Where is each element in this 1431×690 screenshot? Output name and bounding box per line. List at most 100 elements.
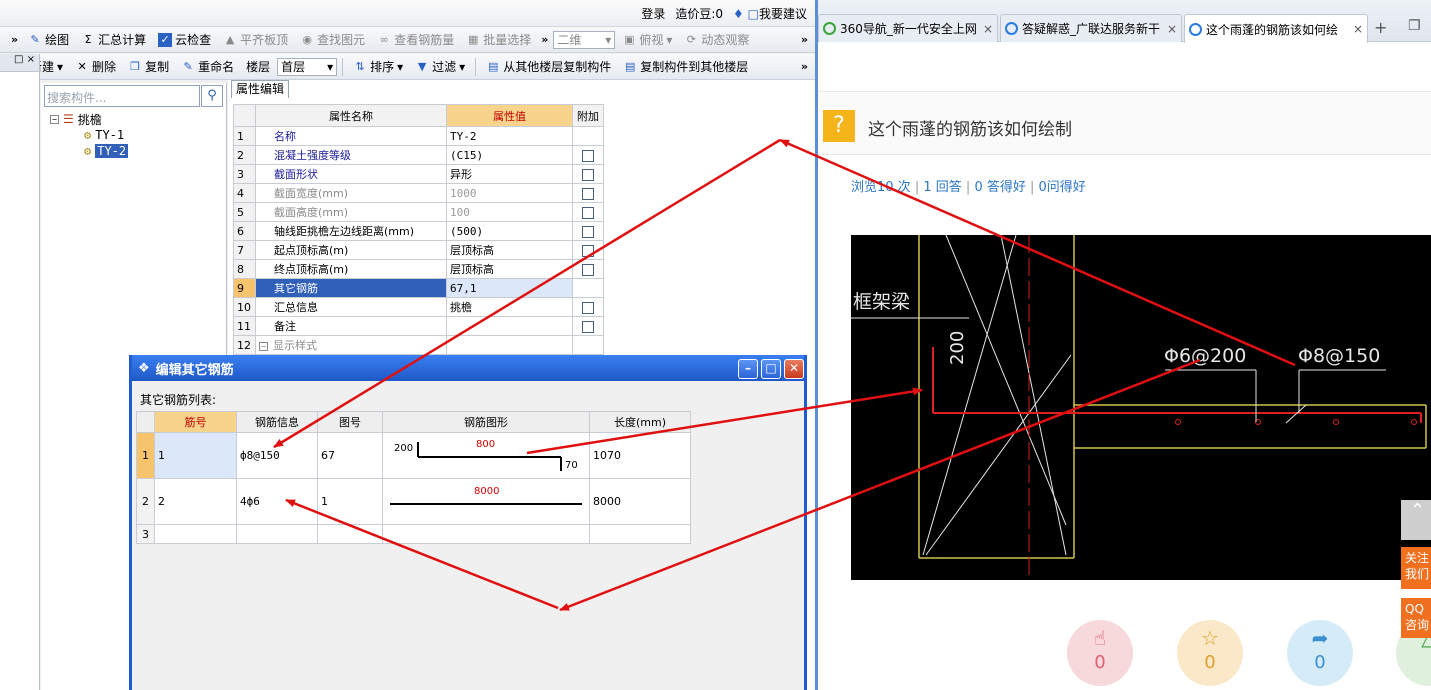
- figure-no-cell[interactable]: 1: [317, 478, 383, 525]
- collapse-icon[interactable]: −: [259, 342, 268, 351]
- property-row[interactable]: 10 汇总信息 挑檐: [233, 297, 604, 317]
- share-button[interactable]: ➦ 0: [1287, 620, 1353, 686]
- tab-property-edit[interactable]: 属性编辑: [231, 80, 289, 98]
- property-row[interactable]: 6 轴线距挑檐左边线距离(mm) (500): [233, 221, 604, 241]
- delete-button[interactable]: ✕ 删除: [70, 56, 121, 78]
- extra-checkbox[interactable]: [582, 225, 594, 238]
- property-row[interactable]: 1 名称 TY-2: [233, 126, 604, 146]
- rebar-shape-cell[interactable]: 200 800 70: [382, 432, 590, 479]
- cloud-check-button[interactable]: ✓ 云检查: [153, 29, 216, 51]
- extra-checkbox[interactable]: [582, 301, 594, 314]
- login-link[interactable]: 登录: [641, 5, 665, 22]
- draw-button[interactable]: ✎ 绘图: [23, 29, 74, 51]
- dynamic-view-button[interactable]: ⟳ 动态观察: [679, 29, 754, 51]
- property-value[interactable]: 1000: [446, 183, 573, 203]
- rename-button[interactable]: ✎ 重命名: [176, 56, 239, 78]
- tree-root[interactable]: − ☰ 挑檐: [50, 111, 128, 127]
- browser-tab[interactable]: 答疑解惑_广联达服务新干 ×: [1000, 14, 1182, 42]
- extra-checkbox[interactable]: [582, 168, 594, 181]
- rebar-row[interactable]: 2 2 4ф6 1 8000 8000: [136, 478, 691, 525]
- like-button[interactable]: ☝ 0: [1067, 620, 1133, 686]
- extra-checkbox[interactable]: [582, 206, 594, 219]
- length-cell[interactable]: 1070: [589, 432, 691, 479]
- bar-no-cell[interactable]: 2: [154, 478, 237, 525]
- property-row[interactable]: 3 截面形状 异形: [233, 164, 604, 184]
- close-icon[interactable]: ×: [983, 22, 993, 36]
- sum-calc-button[interactable]: Σ 汇总计算: [76, 29, 151, 51]
- close-icon[interactable]: ×: [1167, 22, 1177, 36]
- search-icon[interactable]: ⚲: [201, 85, 223, 107]
- property-row[interactable]: 11 备注: [233, 316, 604, 336]
- minimize-button[interactable]: –: [738, 359, 758, 379]
- extra-checkbox[interactable]: [582, 320, 594, 333]
- rebar-info-cell[interactable]: [236, 524, 318, 544]
- new-tab-icon[interactable]: +: [1374, 18, 1387, 37]
- search-input[interactable]: 搜索构件...: [44, 85, 200, 107]
- rebar-shape-cell[interactable]: [382, 524, 590, 544]
- filter-button[interactable]: ▼ 过滤 ▾: [410, 56, 470, 78]
- flush-slab-button[interactable]: ▲ 平齐板顶: [218, 29, 293, 51]
- qq-consult-button[interactable]: QQ咨询: [1401, 598, 1431, 638]
- maximize-button[interactable]: □: [761, 359, 781, 379]
- property-value[interactable]: (500): [446, 221, 573, 241]
- answers-count[interactable]: 1 回答: [923, 180, 961, 195]
- suggest-link[interactable]: ♦ □我要建议: [733, 5, 807, 22]
- floor-select[interactable]: 首层 ▾: [277, 57, 338, 76]
- property-value[interactable]: 100: [446, 202, 573, 222]
- find-element-button[interactable]: ◉ 查找图元: [295, 29, 370, 51]
- extra-checkbox[interactable]: [582, 187, 594, 200]
- figure-no-cell[interactable]: 67: [317, 432, 383, 479]
- rebar-row-selected[interactable]: 1 1 ф8@150 67 200 800 70 1070: [136, 432, 691, 479]
- bar-no-cell[interactable]: [154, 524, 237, 544]
- property-value[interactable]: 层顶标高: [446, 259, 573, 279]
- rebar-info-cell[interactable]: ф8@150: [236, 432, 318, 479]
- collapse-icon[interactable]: −: [50, 114, 59, 124]
- copy-to-floor-button[interactable]: ▤ 复制构件到其他楼层: [618, 56, 753, 78]
- property-value[interactable]: [446, 316, 573, 336]
- property-value[interactable]: 挑檐: [446, 297, 573, 317]
- browser-tab[interactable]: 360导航_新一代安全上网 ×: [818, 14, 998, 42]
- extra-checkbox[interactable]: [582, 149, 594, 162]
- property-row[interactable]: 12− 显示样式: [233, 335, 604, 355]
- tree-item[interactable]: ⚙ TY-1: [50, 127, 128, 143]
- toolbar-overflow-right[interactable]: »: [798, 60, 811, 73]
- property-row[interactable]: 4 截面宽度(mm) 1000: [233, 183, 604, 203]
- rebar-row-empty[interactable]: 3: [136, 524, 691, 544]
- extra-checkbox[interactable]: [582, 244, 594, 257]
- dialog-title-bar[interactable]: ❖ 编辑其它钢筋: [132, 355, 804, 381]
- copy-button[interactable]: ❐ 复制: [123, 56, 174, 78]
- top-view-button[interactable]: ▣ 俯视 ▾: [617, 29, 677, 51]
- property-row-selected[interactable]: 9 其它钢筋 67,1: [233, 278, 604, 298]
- pin-close-icons[interactable]: □ ×: [0, 54, 39, 72]
- view-mode-select[interactable]: 二维 ▾: [553, 30, 616, 49]
- view-rebar-button[interactable]: ∞ 查看钢筋量: [372, 29, 459, 51]
- extra-checkbox[interactable]: [582, 263, 594, 276]
- rebar-info-cell[interactable]: 4ф6: [236, 478, 318, 525]
- close-button[interactable]: ✕: [784, 359, 804, 379]
- bar-no-cell[interactable]: 1: [154, 432, 237, 479]
- property-value[interactable]: (C15): [446, 145, 573, 165]
- follow-us-button[interactable]: 关注我们: [1401, 547, 1431, 589]
- property-row[interactable]: 8 终点顶标高(m) 层顶标高: [233, 259, 604, 279]
- property-value[interactable]: 67,1: [446, 278, 573, 298]
- property-row[interactable]: 7 起点顶标高(m) 层顶标高: [233, 240, 604, 260]
- property-row[interactable]: 5 截面高度(mm) 100: [233, 202, 604, 222]
- tree-item-selected[interactable]: ⚙ TY-2: [50, 143, 129, 159]
- toolbar-overflow-mid[interactable]: »: [538, 33, 551, 46]
- length-cell[interactable]: 8000: [589, 478, 691, 525]
- restore-tabs-icon[interactable]: ❐: [1408, 18, 1421, 34]
- sort-button[interactable]: ⇅ 排序 ▾: [348, 56, 408, 78]
- back-to-top-button[interactable]: ⌃: [1401, 500, 1431, 540]
- property-value[interactable]: TY-2: [446, 126, 573, 146]
- favorite-button[interactable]: ☆ 0: [1177, 620, 1243, 686]
- batch-select-button[interactable]: ▦ 批量选择: [461, 29, 536, 51]
- property-value[interactable]: 异形: [446, 164, 573, 184]
- length-cell[interactable]: [589, 524, 691, 544]
- toolbar-overflow-right[interactable]: »: [798, 33, 811, 46]
- browser-tab-active[interactable]: 这个雨蓬的钢筋该如何绘 ×: [1184, 14, 1368, 43]
- copy-from-floor-button[interactable]: ▤ 从其他楼层复制构件: [481, 56, 616, 78]
- close-icon[interactable]: ×: [1353, 22, 1363, 36]
- rebar-shape-cell[interactable]: 8000: [382, 478, 590, 525]
- figure-no-cell[interactable]: [317, 524, 383, 544]
- property-row[interactable]: 2 混凝土强度等级 (C15): [233, 145, 604, 165]
